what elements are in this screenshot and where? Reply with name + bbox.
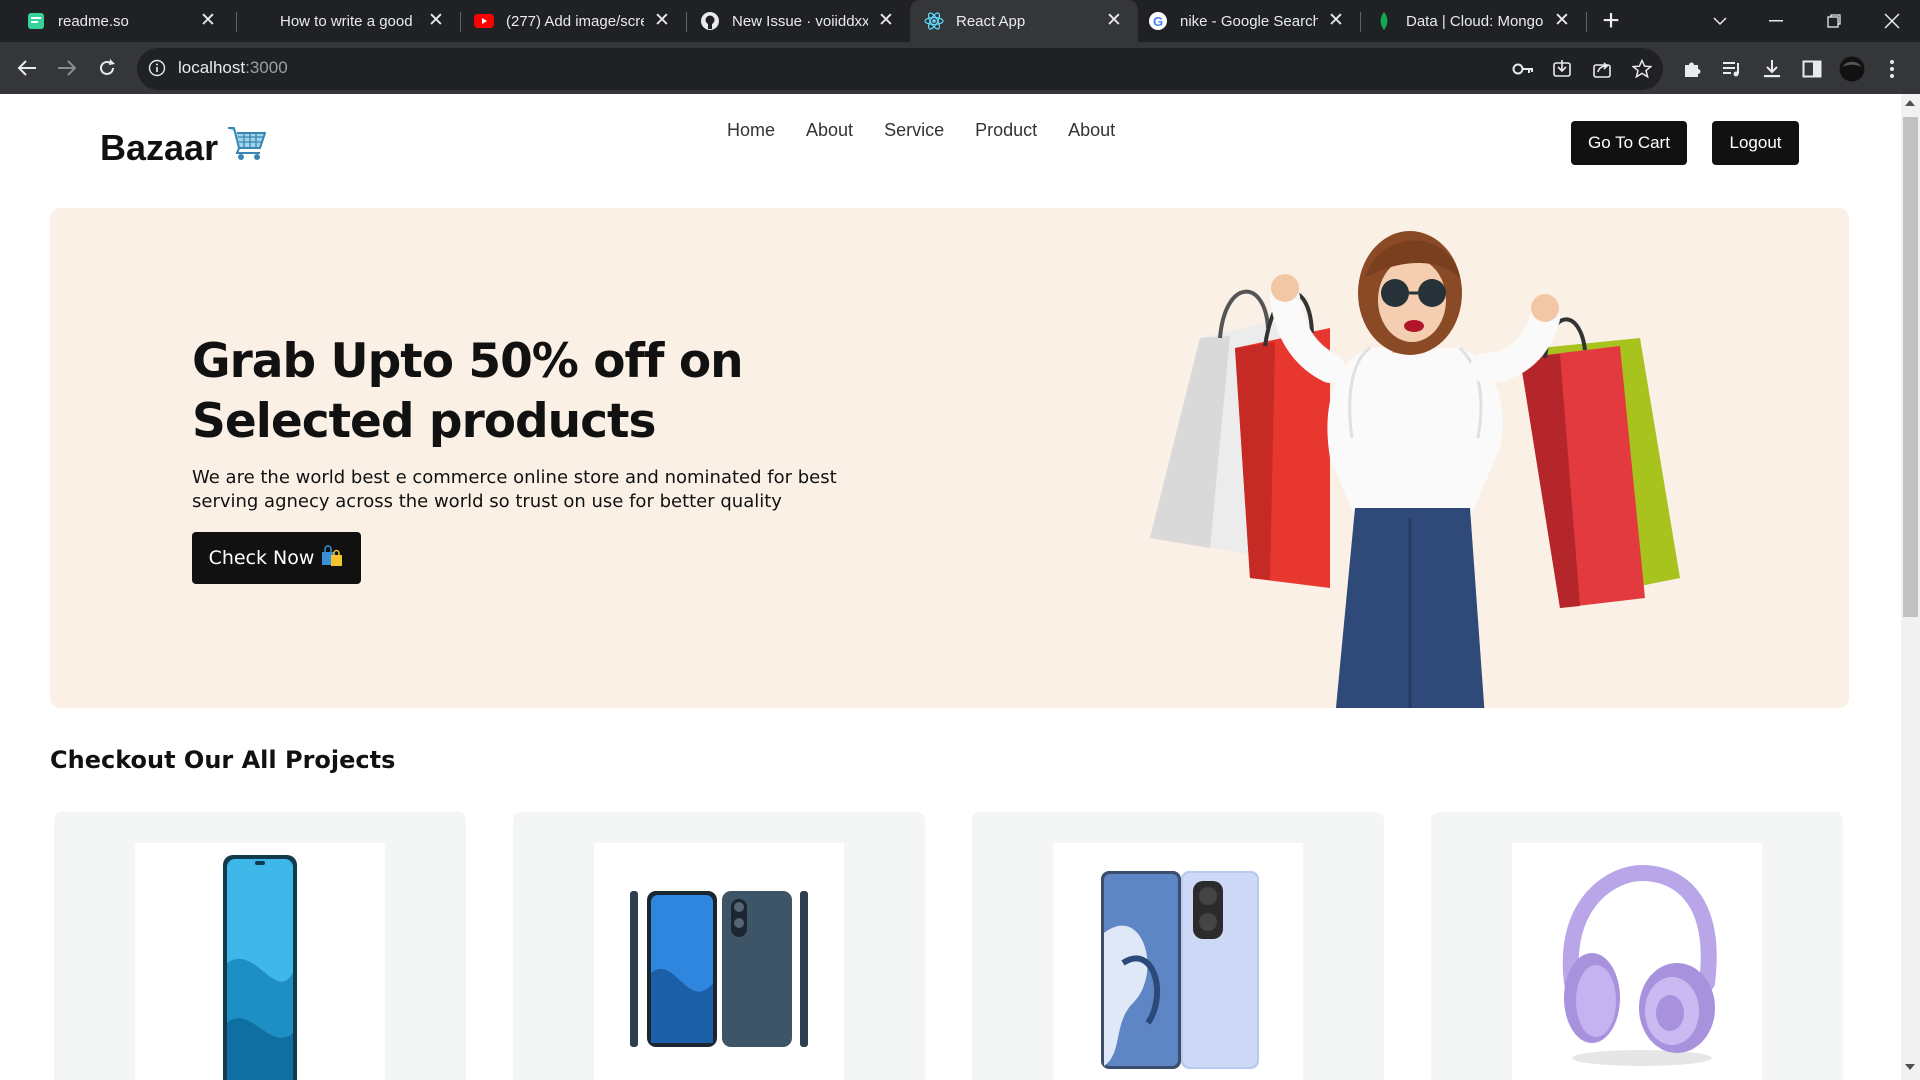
address-url[interactable]: localhost:3000 [178,58,288,78]
side-panel-icon[interactable] [1799,56,1825,82]
shopping-bags-icon [320,544,344,572]
hero-heading: Grab Upto 50% off on Selected products [192,332,912,452]
product-image-frame [594,843,844,1080]
profile-avatar[interactable] [1839,56,1865,82]
tab-title: How to write a good README [280,12,418,30]
shopping-cart-icon [226,124,268,171]
tab-title: Data | Cloud: MongoDB [1406,12,1544,30]
svg-text:G: G [1153,14,1163,29]
oppo-reno-phone-image [1101,871,1259,1069]
scroll-down-arrow-icon[interactable] [1905,1064,1915,1070]
key-icon[interactable] [1510,56,1536,82]
back-arrow-icon[interactable] [11,52,43,84]
product-image-frame [1512,843,1762,1080]
menu-kebab-icon[interactable] [1879,56,1905,82]
tab-separator [1586,12,1587,32]
nav-service[interactable]: Service [884,120,944,141]
logout-button[interactable]: Logout [1712,121,1799,165]
tab-youtube[interactable]: (277) Add image/screenshot ✕ [460,0,686,42]
product-image-frame [135,843,385,1080]
media-queue-icon[interactable] [1719,56,1745,82]
tab-title: nike - Google Search [1180,12,1318,30]
google-favicon-icon: G [1148,11,1168,31]
blank-favicon-icon [248,11,268,31]
tab-close-icon[interactable]: ✕ [652,11,672,31]
product-card[interactable] [513,812,925,1080]
reload-icon[interactable] [91,52,123,84]
bookmark-star-icon[interactable] [1629,56,1655,82]
url-host: localhost [178,58,246,77]
browser-tabstrip: readme.so ✕ How to write a good README ✕… [0,0,1920,42]
product-card[interactable] [1431,812,1843,1080]
hero-banner: Grab Upto 50% off on Selected products W… [50,208,1849,708]
oppo-phone-image [223,855,297,1080]
tab-close-icon[interactable]: ✕ [1104,11,1124,31]
tab-title: (277) Add image/screenshot [506,12,644,30]
tab-separator [236,12,237,32]
go-to-cart-button[interactable]: Go To Cart [1571,121,1687,165]
site-logo[interactable]: Bazaar [100,124,268,171]
check-now-label: Check Now [208,547,315,569]
tab-close-icon[interactable]: ✕ [198,11,218,31]
tab-react-app[interactable]: React App ✕ [910,0,1138,42]
minimize-icon[interactable] [1748,0,1804,42]
tab-close-icon[interactable]: ✕ [1552,11,1572,31]
tab-readme-guide[interactable]: How to write a good README ✕ [238,0,460,42]
tab-title: readme.so [58,12,129,30]
tab-mongodb[interactable]: Data | Cloud: MongoDB ✕ [1360,0,1586,42]
nav-home[interactable]: Home [727,120,775,141]
extensions-puzzle-icon[interactable] [1679,56,1705,82]
tab-readme[interactable]: readme.so ✕ [0,0,232,42]
site-info-icon[interactable] [148,59,168,79]
url-port: :3000 [245,58,288,77]
nav-about-2[interactable]: About [1068,120,1115,141]
products-section-title: Checkout Our All Projects [50,746,396,774]
hero-heading-line2: Selected products [192,394,656,449]
tab-github[interactable]: New Issue · voiiddxx/ ✕ [686,0,910,42]
downloads-icon[interactable] [1759,56,1785,82]
scrollbar-thumb[interactable] [1903,117,1918,617]
new-tab-icon[interactable]: + [1594,0,1628,42]
tab-search-icon[interactable] [1692,0,1748,42]
tab-close-icon[interactable]: ✕ [1326,11,1346,31]
nav-product[interactable]: Product [975,120,1037,141]
forward-arrow-icon[interactable] [51,52,83,84]
nav-about[interactable]: About [806,120,853,141]
tab-title: New Issue · voiiddxx/ [732,12,868,30]
mongodb-favicon-icon [1374,11,1394,31]
close-window-icon[interactable] [1864,0,1920,42]
main-nav: Home About Service Product About [727,120,1146,141]
purple-headphones-image [1562,864,1717,1066]
tab-close-icon[interactable]: ✕ [426,11,446,31]
share-icon[interactable] [1589,56,1615,82]
tab-title: React App [956,12,1026,30]
github-favicon-icon [700,11,720,31]
product-card[interactable] [54,812,466,1080]
product-card[interactable] [972,812,1384,1080]
check-now-button[interactable]: Check Now [192,532,361,584]
hero-heading-line1: Grab Upto 50% off on [192,334,744,389]
tab-close-icon[interactable]: ✕ [876,11,896,31]
page-viewport: Bazaar Home About Service Product About … [0,94,1901,1080]
hero-description: We are the world best e commerce online … [192,467,837,512]
oneplus-nord-phone-image [630,891,808,1047]
scroll-up-arrow-icon[interactable] [1905,100,1915,106]
restore-icon[interactable] [1806,0,1862,42]
tab-google[interactable]: G nike - Google Search ✕ [1138,0,1360,42]
youtube-favicon-icon [474,11,494,31]
logo-text: Bazaar [100,126,219,168]
product-image-frame [1053,843,1303,1080]
install-app-icon[interactable] [1549,56,1575,82]
address-bar[interactable] [137,48,1663,90]
woman-shopping-bags-image [1150,231,1680,708]
react-favicon-icon [924,11,944,31]
readme-favicon-icon [26,11,46,31]
